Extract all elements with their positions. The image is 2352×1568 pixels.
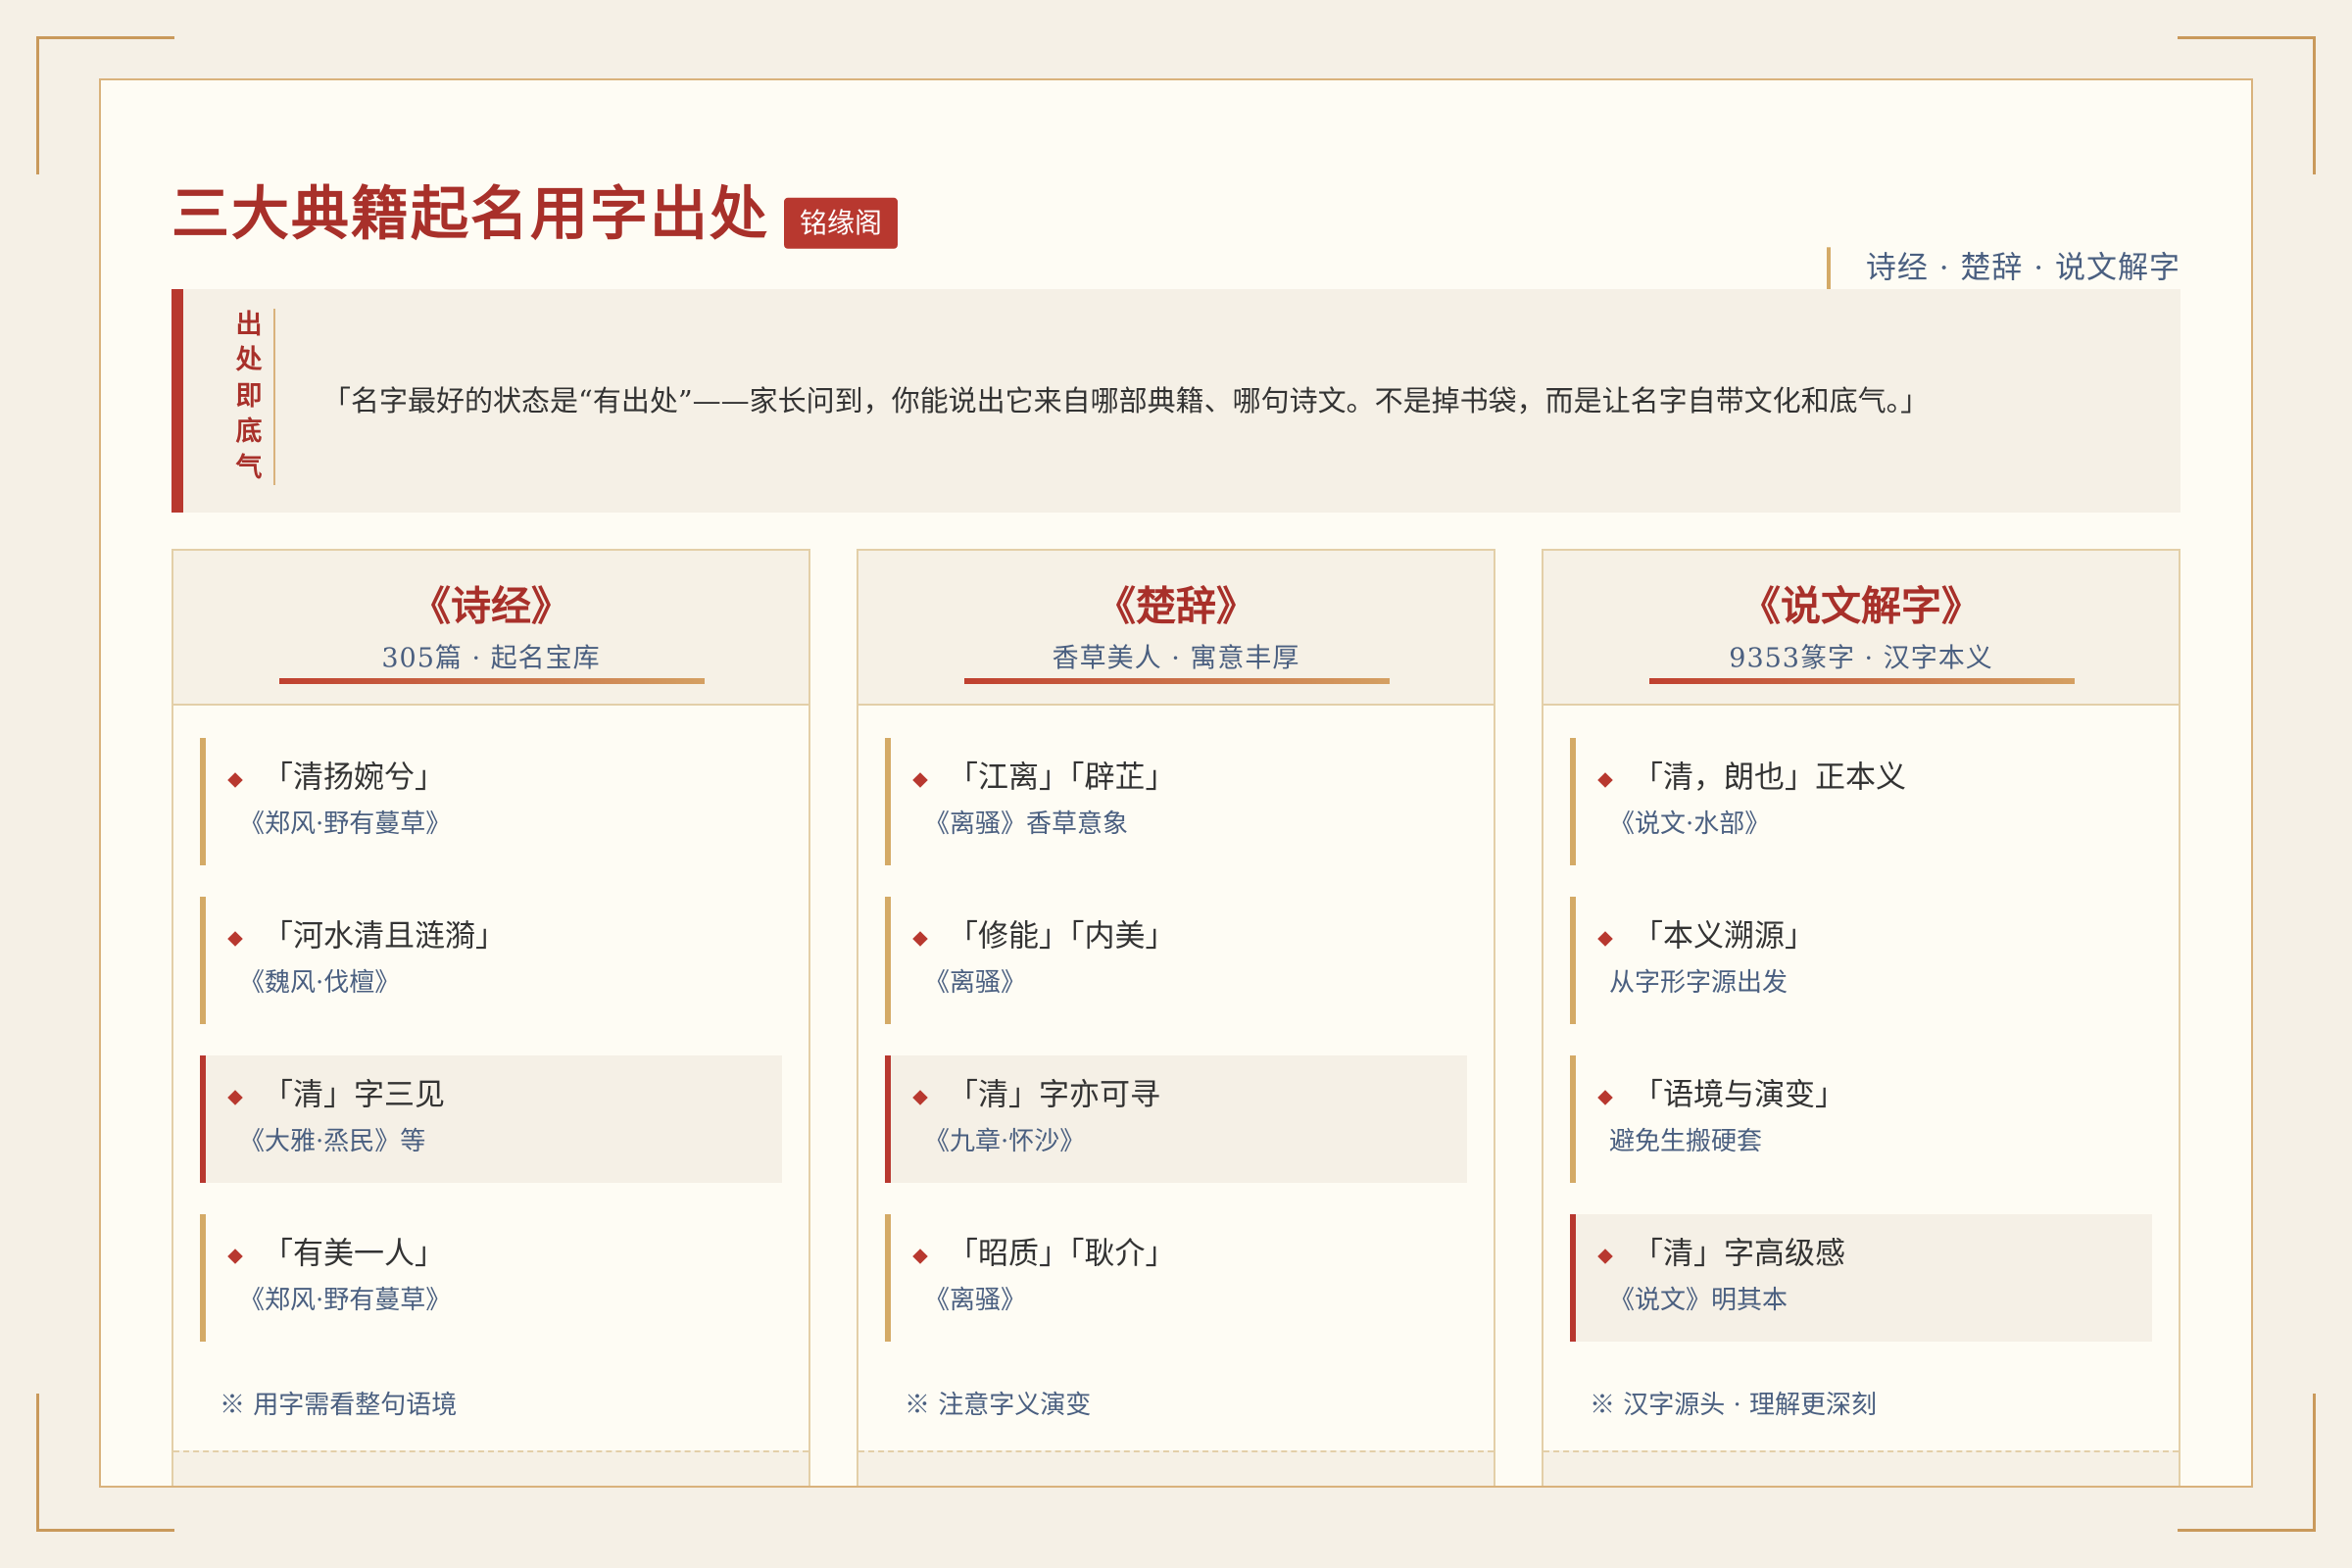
item-source: 从字形字源出发 [1609, 968, 1788, 998]
column-title: 《诗经》 [411, 582, 571, 630]
header-subtitle: 诗经 · 楚辞 · 说文解字 [1826, 247, 2180, 290]
list-item: 「清扬婉兮」 《郑风·野有蔓草》 [200, 738, 782, 865]
quote-tag-char: 底 [235, 416, 263, 448]
columns: 《诗经》 305篇 · 起名宝库 「清扬婉兮」 《郑风·野有蔓草》 「河水清且涟… [172, 549, 2180, 1486]
column-note: ※ 用字需看整句语境 [220, 1391, 458, 1420]
item-title: 「昭质」「耿介」 [948, 1236, 1176, 1272]
brand-badge: 铭缘阁 [784, 197, 899, 250]
diamond-bullet-icon [1597, 1090, 1613, 1105]
item-title: 「清」字亦可寻 [948, 1077, 1160, 1113]
column-title-underline [279, 678, 705, 684]
column-subtitle: 香草美人 · 寓意丰厚 [1052, 643, 1300, 674]
list-item: 「本义溯源」 从字形字源出发 [1570, 897, 2152, 1024]
diamond-bullet-icon [1597, 1249, 1613, 1264]
column-subtitle: 9353篆字 · 汉字本义 [1729, 643, 1993, 674]
diamond-bullet-icon [227, 1249, 243, 1264]
list-item: 「河水清且涟漪」 《魏风·伐檀》 [200, 897, 782, 1024]
column-footer [1544, 1450, 2179, 1486]
list-item-highlighted: 「清」字亦可寻 《九章·怀沙》 [885, 1055, 1467, 1183]
column-title-underline [964, 678, 1390, 684]
list-item: 「清，朗也」正本义 《说文·水部》 [1570, 738, 2152, 865]
column-shijing: 《诗经》 305篇 · 起名宝库 「清扬婉兮」 《郑风·野有蔓草》 「河水清且涟… [172, 549, 810, 1486]
main-card: 三大典籍起名用字出处 铭缘阁 诗经 · 楚辞 · 说文解字 出 处 即 底 气 … [99, 78, 2253, 1488]
list-item: 「有美一人」 《郑风·野有蔓草》 [200, 1214, 782, 1342]
quote-tag-char: 即 [235, 380, 263, 412]
column-shuowen: 《说文解字》 9353篆字 · 汉字本义 「清，朗也」正本义 《说文·水部》 「… [1542, 549, 2180, 1486]
item-title: 「有美一人」 [263, 1236, 445, 1272]
item-source: 《离骚》 [924, 1286, 1027, 1315]
quote-tag-char: 出 [235, 309, 263, 340]
item-title: 「清扬婉兮」 [263, 760, 445, 796]
quote-tag-char: 气 [235, 452, 263, 483]
list-item-highlighted: 「清」字三见 《大雅·烝民》等 [200, 1055, 782, 1183]
item-source: 《郑风·野有蔓草》 [239, 1286, 452, 1315]
item-title: 「清」字三见 [263, 1077, 445, 1113]
item-title: 「语境与演变」 [1633, 1077, 1845, 1113]
list-item: 「江离」「辟芷」 《离骚》香草意象 [885, 738, 1467, 865]
item-title: 「江离」「辟芷」 [948, 760, 1176, 796]
diamond-bullet-icon [912, 772, 928, 788]
list-item: 「昭质」「耿介」 《离骚》 [885, 1214, 1467, 1342]
diamond-bullet-icon [912, 1090, 928, 1105]
diamond-bullet-icon [1597, 931, 1613, 947]
column-title: 《楚辞》 [1096, 582, 1256, 630]
column-footer [173, 1450, 808, 1486]
item-source: 《郑风·野有蔓草》 [239, 809, 452, 839]
item-title: 「清」字高级感 [1633, 1236, 1845, 1272]
item-title: 「清，朗也」正本义 [1633, 760, 1906, 796]
column-subtitle: 305篇 · 起名宝库 [381, 643, 601, 674]
column-title-underline [1649, 678, 2075, 684]
diamond-bullet-icon [227, 1090, 243, 1105]
column-note: ※ 汉字源头 · 理解更深刻 [1590, 1391, 1878, 1420]
column-header: 《楚辞》 香草美人 · 寓意丰厚 [858, 551, 1494, 706]
diamond-bullet-icon [1597, 772, 1613, 788]
item-source: 《说文》明其本 [1609, 1286, 1788, 1315]
column-footer [858, 1450, 1494, 1486]
diamond-bullet-icon [227, 931, 243, 947]
quote-block: 出 处 即 底 气 「名字最好的状态是“有出处”——家长问到，你能说出它来自哪部… [172, 289, 2180, 513]
quote-tag: 出 处 即 底 气 [224, 309, 275, 485]
column-note: ※ 注意字义演变 [905, 1391, 1092, 1420]
item-source: 《魏风·伐檀》 [239, 968, 401, 998]
diamond-bullet-icon [912, 1249, 928, 1264]
column-header: 《诗经》 305篇 · 起名宝库 [173, 551, 808, 706]
item-source: 《大雅·烝民》等 [239, 1127, 426, 1156]
item-source: 《九章·怀沙》 [924, 1127, 1086, 1156]
quote-text: 「名字最好的状态是“有出处”——家长问到，你能说出它来自哪部典籍、哪句诗文。不是… [322, 384, 1930, 417]
column-chuci: 《楚辞》 香草美人 · 寓意丰厚 「江离」「辟芷」 《离骚》香草意象 「修能」「… [857, 549, 1495, 1486]
list-item: 「修能」「内美」 《离骚》 [885, 897, 1467, 1024]
item-source: 《离骚》香草意象 [924, 809, 1129, 839]
quote-tag-char: 处 [235, 345, 263, 376]
item-source: 避免生搬硬套 [1609, 1127, 1763, 1156]
diamond-bullet-icon [912, 931, 928, 947]
item-title: 「修能」「内美」 [948, 918, 1176, 955]
page-title: 三大典籍起名用字出处 [172, 179, 770, 248]
list-item-highlighted: 「清」字高级感 《说文》明其本 [1570, 1214, 2152, 1342]
item-title: 「河水清且涟漪」 [263, 918, 506, 955]
diamond-bullet-icon [227, 772, 243, 788]
item-source: 《说文·水部》 [1609, 809, 1771, 839]
item-title: 「本义溯源」 [1633, 918, 1815, 955]
column-header: 《说文解字》 9353篆字 · 汉字本义 [1544, 551, 2179, 706]
column-title: 《说文解字》 [1740, 582, 1982, 630]
item-source: 《离骚》 [924, 968, 1027, 998]
list-item: 「语境与演变」 避免生搬硬套 [1570, 1055, 2152, 1183]
